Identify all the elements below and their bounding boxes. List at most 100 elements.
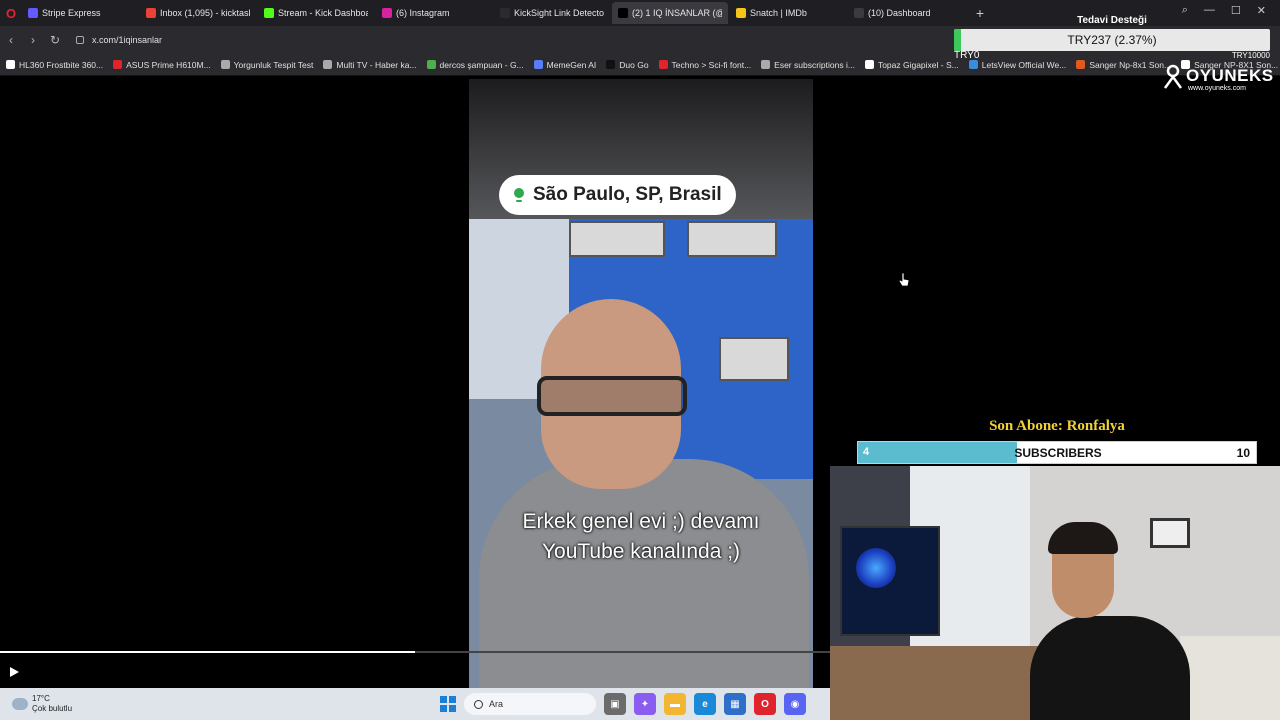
copilot-icon[interactable]: ✦ bbox=[634, 693, 656, 715]
x-icon bbox=[618, 8, 628, 18]
weather-widget[interactable]: 17°C Çok bulutlu bbox=[12, 694, 72, 714]
taskbar-search[interactable]: Ara bbox=[464, 693, 596, 715]
webcam-pc-case bbox=[840, 526, 940, 636]
brand-name: OYUNEKS bbox=[1186, 66, 1274, 85]
bookmark-label: Topaz Gigapixel - S... bbox=[877, 59, 959, 70]
tab-3[interactable]: (6) Instagram bbox=[376, 2, 492, 24]
bookmark-favicon-icon bbox=[426, 60, 436, 69]
opera-icon[interactable]: O bbox=[0, 0, 22, 26]
task-view-icon[interactable]: ▣ bbox=[604, 693, 626, 715]
bookmark-favicon-icon bbox=[658, 60, 668, 69]
bookmark-item[interactable]: Eser subscriptions i... bbox=[761, 60, 855, 70]
dashboard-icon bbox=[854, 8, 864, 18]
url-text: x.com/1iqinsanlar bbox=[92, 35, 163, 45]
video-progress-bar[interactable] bbox=[0, 651, 830, 653]
store-icon[interactable]: ▦ bbox=[724, 693, 746, 715]
edge-icon[interactable]: e bbox=[694, 693, 716, 715]
taskbar: 17°C Çok bulutlu Ara ▣ ✦ ▬ e ▦ O ◉ bbox=[0, 688, 830, 720]
donation-title: Tedavi Desteği bbox=[1077, 15, 1147, 26]
kick-icon bbox=[264, 8, 274, 18]
tab-6[interactable]: Snatch | IMDb bbox=[730, 2, 846, 24]
subscriber-goal-bar: SUBSCRIBERS 4 10 bbox=[857, 441, 1257, 464]
bookmark-label: Yorgunluk Tespit Test bbox=[233, 59, 314, 70]
discord-icon[interactable]: ◉ bbox=[784, 693, 806, 715]
stripe-icon bbox=[28, 8, 38, 18]
tab-4[interactable]: KickSight Link Detector bbox=[494, 2, 610, 24]
video-player[interactable]: São Paulo, SP, Brasil Erkek genel evi ;)… bbox=[0, 77, 830, 688]
caption-line-1: Erkek genel evi ;) devamı bbox=[522, 510, 760, 533]
forward-icon[interactable]: › bbox=[22, 33, 44, 47]
bookmark-label: Techno > Sci-fi font... bbox=[671, 59, 752, 70]
bookmark-favicon-icon bbox=[761, 60, 771, 69]
video-caption: Erkek genel evi ;) devamı YouTube kanalı… bbox=[469, 507, 813, 567]
donation-min: TRY0 bbox=[954, 50, 980, 61]
location-pin-icon bbox=[513, 188, 525, 202]
video-frame[interactable]: São Paulo, SP, Brasil Erkek genel evi ;)… bbox=[469, 79, 813, 688]
bookmark-label: ASUS Prime H610M... bbox=[126, 59, 211, 70]
bookmark-label: Multi TV - Haber ka... bbox=[336, 59, 417, 70]
back-icon[interactable]: ‹ bbox=[0, 33, 22, 47]
file-explorer-icon[interactable]: ▬ bbox=[664, 693, 686, 715]
tab-label: Snatch | IMDb bbox=[750, 8, 807, 18]
bookmark-favicon-icon bbox=[220, 60, 230, 69]
bookmark-item[interactable]: Multi TV - Haber ka... bbox=[323, 59, 417, 70]
bookmark-item[interactable]: ASUS Prime H610M... bbox=[113, 60, 211, 70]
reload-icon[interactable]: ↻ bbox=[44, 33, 66, 47]
donation-progress-bar: TRY237 (2.37%) bbox=[954, 29, 1270, 51]
webcam-wall-frame bbox=[1150, 518, 1190, 548]
bookmark-label: Duo Go bbox=[619, 59, 649, 70]
video-building-window bbox=[719, 337, 789, 381]
tab-2[interactable]: Stream - Kick Dashboard bbox=[258, 2, 374, 24]
bookmark-favicon-icon bbox=[533, 60, 543, 69]
subscriber-goal-target: 10 bbox=[1236, 446, 1250, 460]
weather-condition: Çok bulutlu bbox=[32, 704, 73, 713]
tab-label: Stripe Express bbox=[42, 8, 101, 18]
webcam-person-body bbox=[1030, 616, 1190, 720]
play-icon[interactable] bbox=[10, 667, 19, 677]
opera-taskbar-icon[interactable]: O bbox=[754, 693, 776, 715]
webcam-person-hair bbox=[1048, 522, 1118, 554]
donation-goal-widget: Tedavi Desteği TRY237 (2.37%) TRY0 TRY10… bbox=[954, 12, 1270, 62]
tab-label: (10) Dashboard bbox=[868, 8, 931, 18]
video-building-window bbox=[569, 221, 665, 257]
webcam-sofa bbox=[1180, 636, 1280, 720]
brand-site: www.oyuneks.com bbox=[1188, 85, 1246, 92]
windows-start-icon[interactable] bbox=[440, 696, 456, 712]
tab-label: Stream - Kick Dashboard bbox=[278, 8, 368, 18]
bookmark-item[interactable]: MemeGen AI bbox=[533, 59, 597, 70]
bookmark-item[interactable]: Topaz Gigapixel - S... bbox=[864, 59, 959, 70]
bookmark-item[interactable]: HL360 Frostbite 360... bbox=[6, 60, 103, 70]
oyuneks-logo: OYUNEKS www.oyuneks.com bbox=[1162, 62, 1274, 96]
url-field[interactable]: x.com/1iqinsanlar bbox=[76, 35, 162, 45]
tab-1[interactable]: Inbox (1,095) - kicktaskinc bbox=[140, 2, 256, 24]
tab-label: (2) 1 IQ İNSANLAR (@1iq bbox=[632, 8, 722, 18]
weather-temperature: 17°C bbox=[32, 694, 50, 703]
bookmark-favicon-icon bbox=[6, 60, 15, 69]
tab-0[interactable]: Stripe Express bbox=[22, 2, 138, 24]
tab-5[interactable]: (2) 1 IQ İNSANLAR (@1iq bbox=[612, 2, 728, 24]
search-icon bbox=[474, 699, 483, 709]
video-person-glasses bbox=[537, 376, 687, 416]
tab-7[interactable]: (10) Dashboard bbox=[848, 2, 964, 24]
cloud-icon bbox=[12, 698, 28, 710]
bookmark-item[interactable]: Yorgunluk Tespit Test bbox=[220, 59, 314, 70]
caption-line-2: YouTube kanalında ;) bbox=[541, 540, 741, 563]
location-sticker: São Paulo, SP, Brasil bbox=[499, 175, 736, 215]
video-progress-fill bbox=[0, 651, 415, 653]
webcam-desk bbox=[830, 646, 1060, 720]
bookmark-label: HL360 Frostbite 360... bbox=[19, 59, 104, 70]
donation-max: TRY10000 bbox=[1231, 51, 1270, 60]
bookmark-label: MemeGen AI bbox=[546, 59, 597, 70]
bookmark-item[interactable]: Techno > Sci-fi font... bbox=[658, 59, 752, 70]
subscriber-goal-current: 4 bbox=[863, 446, 870, 458]
gmail-icon bbox=[146, 8, 156, 18]
imdb-icon bbox=[736, 8, 746, 18]
last-subscriber-title: Son Abone: Ronfalya bbox=[989, 418, 1125, 434]
bookmark-favicon-icon bbox=[323, 60, 333, 69]
webcam-pc-fan bbox=[856, 548, 896, 588]
lock-icon bbox=[76, 36, 84, 44]
bookmark-favicon-icon bbox=[606, 60, 616, 69]
bookmark-item[interactable]: dercos şampuan - G... bbox=[426, 60, 524, 70]
subscriber-goal-label: SUBSCRIBERS bbox=[1014, 446, 1102, 460]
bookmark-item[interactable]: Duo Go bbox=[606, 59, 649, 70]
